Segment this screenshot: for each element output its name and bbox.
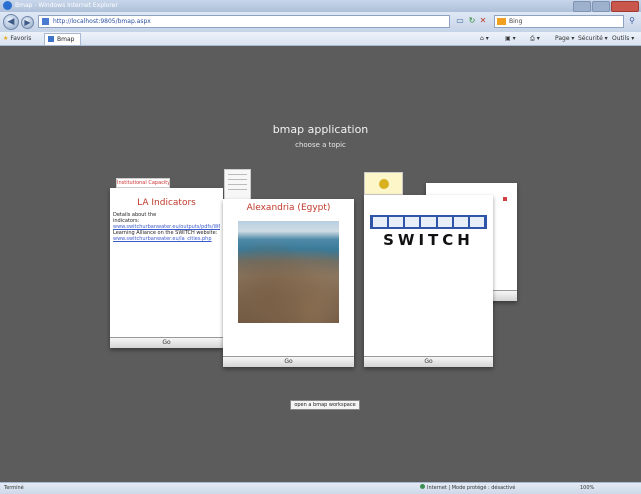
go-button[interactable]: Go — [364, 356, 493, 367]
ie-logo-icon — [3, 1, 12, 10]
menu-tools[interactable]: Outils ▾ — [612, 32, 634, 45]
favorites-label: Favoris — [10, 35, 32, 42]
zone-text: Internet | Mode protégé : désactivé — [427, 485, 516, 491]
la-cities-link[interactable]: www.switchurbanwater.eu/la_cities.php — [113, 236, 220, 242]
app-subtitle: choose a topic — [295, 141, 346, 149]
home-icon[interactable]: ⌂ ▾ — [480, 32, 489, 45]
search-input[interactable]: Bing — [494, 15, 624, 28]
go-button[interactable]: Go — [223, 356, 354, 367]
address-bar[interactable]: http://localhost:9805/bmap.aspx — [38, 15, 450, 28]
print-icon[interactable]: ⎙ ▾ — [530, 32, 540, 45]
menu-page[interactable]: Page ▾ — [555, 32, 574, 45]
refresh-icon[interactable]: ↻ — [467, 16, 477, 26]
security-zone: Internet | Mode protégé : désactivé — [420, 483, 515, 494]
alexandria-photo — [238, 221, 339, 323]
maximize-button[interactable] — [592, 1, 610, 12]
globe-icon — [420, 484, 425, 489]
compatibility-icon[interactable]: ▭ — [455, 16, 465, 26]
bing-icon — [497, 18, 506, 25]
app-title: bmap application — [272, 123, 369, 136]
yellow-thumbnail[interactable] — [364, 172, 403, 195]
card-title: LA Indicators — [137, 198, 196, 208]
search-placeholder: Bing — [509, 18, 523, 25]
red-mark — [503, 197, 507, 201]
switch-logo-word: SWITCH — [383, 231, 474, 249]
tab-page-icon — [48, 36, 54, 42]
search-icon[interactable]: ⚲ — [627, 16, 637, 26]
close-button[interactable] — [611, 1, 639, 12]
window-title: Bmap - Windows Internet Explorer — [15, 2, 118, 9]
forward-button[interactable]: ▶ — [21, 16, 34, 29]
favorites-bar: ★ Favoris Bmap ⌂ ▾ ▣ ▾ ⎙ ▾ Page ▾ Sécuri… — [0, 32, 641, 46]
card-tag: Institutional Capacity — [116, 178, 170, 188]
rss-icon[interactable]: ▣ ▾ — [505, 32, 516, 45]
back-button[interactable]: ◀ — [3, 14, 19, 30]
window-titlebar: Bmap - Windows Internet Explorer — [0, 0, 641, 12]
topic-card-alexandria[interactable]: Alexandria (Egypt) Go — [223, 199, 354, 367]
card-body: Details about the indicators: www.switch… — [113, 212, 220, 242]
page-icon — [42, 18, 49, 25]
card-title: Alexandria (Egypt) — [246, 203, 331, 213]
star-icon: ★ — [3, 35, 9, 42]
topic-card-la-indicators[interactable]: Institutional Capacity LA Indicators Det… — [110, 178, 223, 348]
switch-logo: SWITCH — [370, 215, 487, 255]
window-controls — [573, 1, 639, 12]
favorites-button[interactable]: ★ Favoris — [3, 32, 31, 45]
open-workspace-button[interactable]: open a bmap workspace — [290, 400, 360, 410]
tab-label: Bmap — [57, 36, 75, 43]
tab-bmap[interactable]: Bmap — [44, 33, 82, 45]
address-url: http://localhost:9805/bmap.aspx — [53, 18, 151, 25]
menu-security[interactable]: Sécurité ▾ — [578, 32, 608, 45]
topic-card-switch[interactable]: SWITCH Go — [364, 195, 493, 367]
go-button[interactable]: Go — [110, 337, 223, 348]
switch-logo-pictograms — [370, 215, 487, 229]
navigation-bar: ◀ ▶ http://localhost:9805/bmap.aspx ▭ ↻ … — [0, 12, 641, 32]
status-bar: Terminé Internet | Mode protégé : désact… — [0, 482, 641, 494]
page-viewport: bmap application choose a topic Institut… — [0, 46, 641, 482]
status-text: Terminé — [4, 485, 24, 491]
thumbnail-graphic — [379, 179, 389, 189]
minimize-button[interactable] — [573, 1, 591, 12]
document-thumbnail[interactable] — [224, 169, 251, 201]
stop-icon[interactable]: ✕ — [478, 16, 488, 26]
zoom-level[interactable]: 100% — [580, 483, 594, 494]
